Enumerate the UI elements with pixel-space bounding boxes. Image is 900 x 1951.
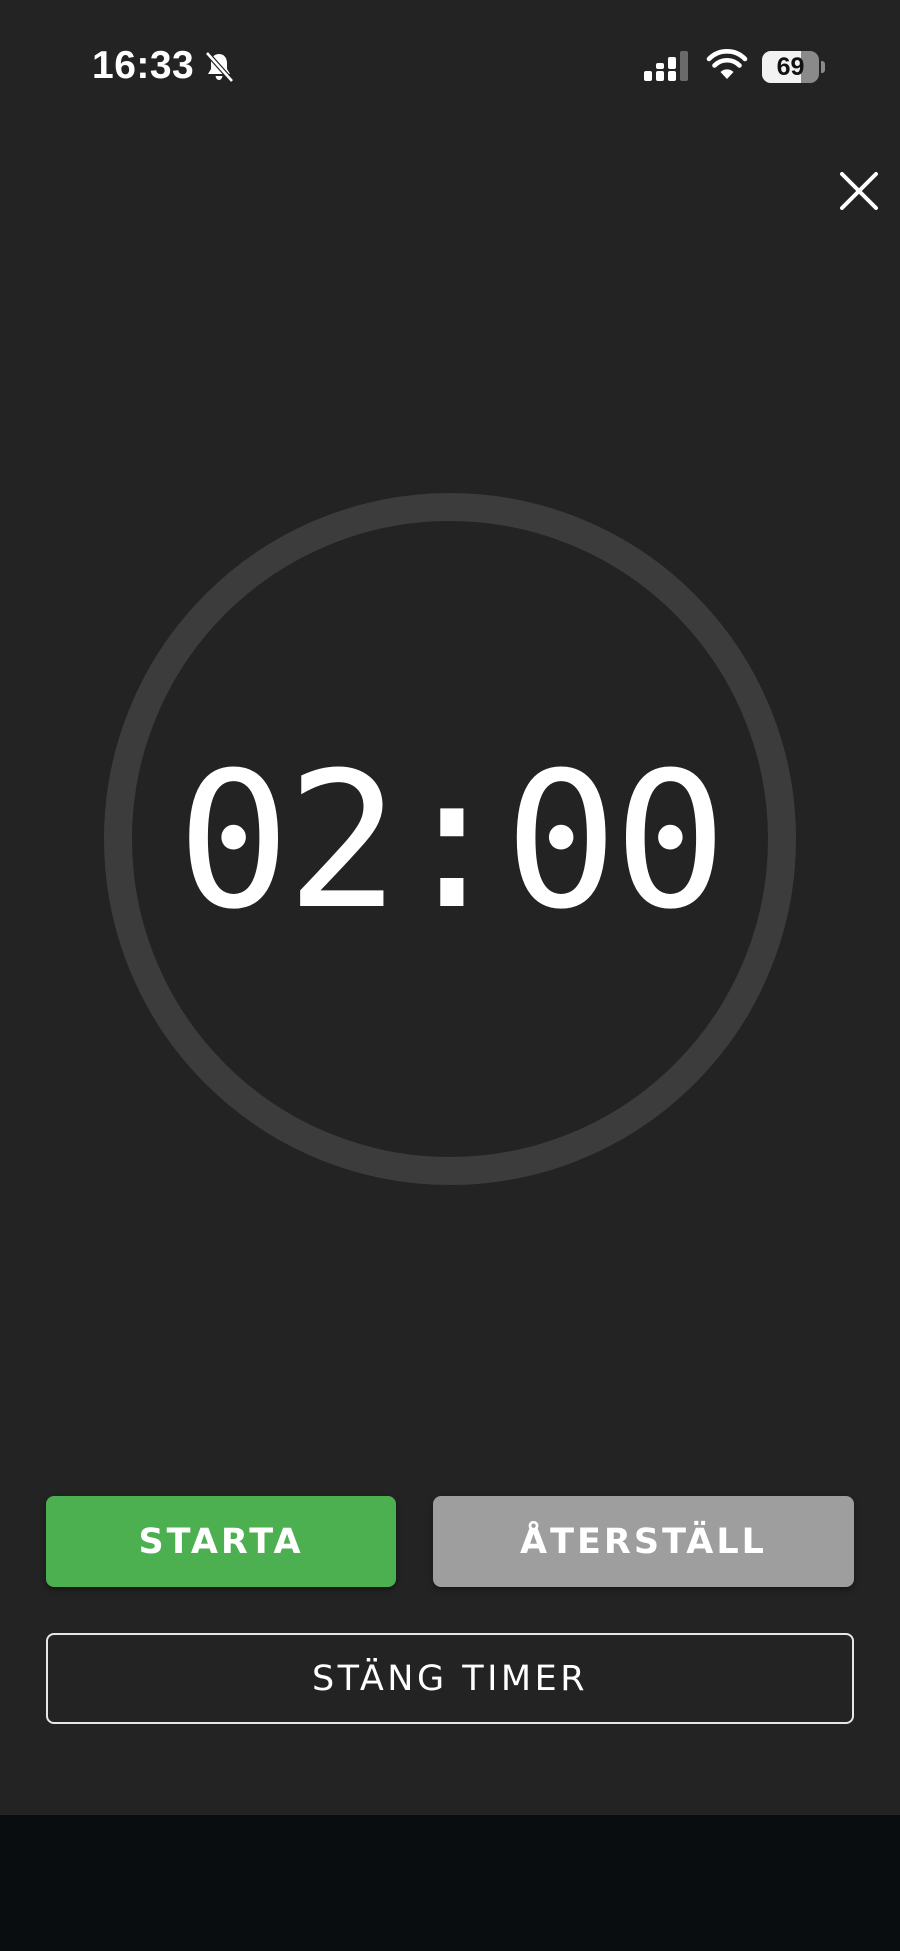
cellular-signal-icon — [644, 51, 690, 83]
timer-screen: 16:33 69 02:00 STARTA ÅTERSTÄLL STÄNG TI… — [0, 0, 900, 1815]
close-timer-button[interactable]: STÄNG TIMER — [46, 1633, 854, 1724]
bell-slash-icon — [202, 50, 236, 84]
close-button[interactable] — [834, 166, 884, 216]
battery-icon: 69 — [762, 51, 825, 83]
close-icon — [840, 172, 878, 210]
wifi-icon — [706, 48, 748, 82]
battery-cap — [821, 61, 825, 73]
start-button[interactable]: STARTA — [46, 1496, 396, 1587]
battery-level: 69 — [776, 53, 805, 81]
status-bar: 16:33 69 — [0, 0, 900, 130]
bottom-system-bar — [0, 1815, 900, 1951]
battery-body: 69 — [762, 51, 819, 83]
status-time: 16:33 — [92, 44, 195, 87]
timer-display: 02:00 — [177, 731, 727, 951]
reset-button[interactable]: ÅTERSTÄLL — [433, 1496, 854, 1587]
